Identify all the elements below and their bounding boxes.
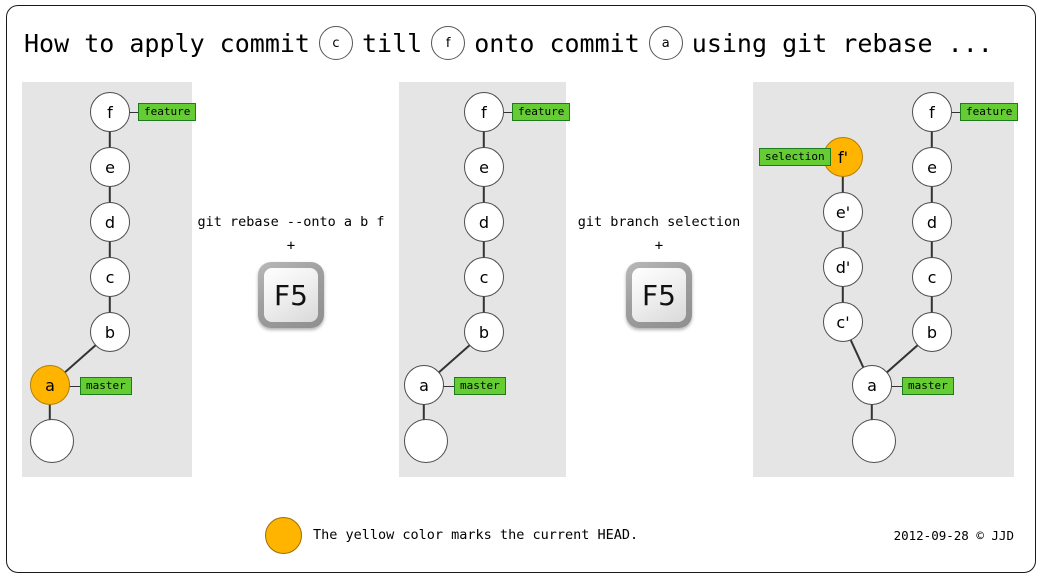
- title-part-2: till: [361, 28, 423, 58]
- commit-node-c[interactable]: c: [912, 257, 952, 297]
- legend-head-dot: [265, 517, 302, 554]
- commit-node-d[interactable]: d: [464, 202, 504, 242]
- commit-node-e[interactable]: e: [912, 147, 952, 187]
- commit-node-root[interactable]: [404, 419, 448, 463]
- title-commit-node-a: a: [648, 26, 683, 60]
- keycap-label: F5: [264, 268, 318, 322]
- commit-node-c-prime[interactable]: c': [823, 302, 863, 342]
- command-text: git branch selection: [577, 214, 741, 230]
- branch-label-feature[interactable]: feature: [512, 103, 571, 121]
- branch-label-master[interactable]: master: [80, 377, 132, 395]
- branch-label-master[interactable]: master: [454, 377, 506, 395]
- command-text: git rebase --onto a b f: [197, 214, 385, 230]
- commit-node-d-prime[interactable]: d': [823, 247, 863, 287]
- title-commit-node-f: f: [431, 26, 466, 60]
- commit-node-f[interactable]: f: [464, 92, 504, 132]
- commit-node-e[interactable]: e: [90, 147, 130, 187]
- commit-node-e-prime[interactable]: e': [823, 192, 863, 232]
- commit-node-a[interactable]: a: [852, 365, 892, 405]
- commit-node-root[interactable]: [30, 419, 74, 463]
- commit-node-d[interactable]: d: [90, 202, 130, 242]
- commit-node-f[interactable]: f: [90, 92, 130, 132]
- commit-node-d[interactable]: d: [912, 202, 952, 242]
- commit-node-b[interactable]: b: [912, 312, 952, 352]
- plus-sign: +: [286, 238, 296, 254]
- commit-node-b[interactable]: b: [464, 312, 504, 352]
- commit-node-c[interactable]: c: [90, 257, 130, 297]
- title-part-3: onto commit: [474, 28, 640, 58]
- branch-label-master[interactable]: master: [902, 377, 954, 395]
- title-commit-node-c: c: [318, 26, 353, 60]
- commit-node-f[interactable]: f: [912, 92, 952, 132]
- commit-node-a[interactable]: a: [30, 365, 70, 405]
- copyright-notice: 2012-09-28 © JJD: [893, 528, 1014, 543]
- page-title: How to apply commit c till f onto commit…: [24, 22, 993, 64]
- panel-after-branch-selection: [753, 82, 1014, 477]
- title-part-1: How to apply commit: [24, 28, 310, 58]
- title-part-4: using git rebase ...: [691, 28, 993, 58]
- plus-sign: +: [654, 238, 664, 254]
- command-block-cmd1: git rebase --onto a b f + F5: [196, 214, 386, 328]
- branch-label-feature[interactable]: feature: [138, 103, 197, 121]
- branch-label-selection[interactable]: selection: [759, 148, 831, 166]
- command-block-cmd2: git branch selection + F5: [574, 214, 744, 328]
- commit-node-c[interactable]: c: [464, 257, 504, 297]
- diagram-root: How to apply commit c till f onto commit…: [0, 0, 1044, 581]
- legend-text: The yellow color marks the current HEAD.: [313, 527, 639, 543]
- commit-node-root[interactable]: [852, 419, 896, 463]
- commit-node-e[interactable]: e: [464, 147, 504, 187]
- keycap-f5[interactable]: F5: [258, 262, 324, 328]
- commit-node-b[interactable]: b: [90, 312, 130, 352]
- keycap-label: F5: [632, 268, 686, 322]
- keycap-f5[interactable]: F5: [626, 262, 692, 328]
- branch-label-feature[interactable]: feature: [960, 103, 1019, 121]
- commit-node-a[interactable]: a: [404, 365, 444, 405]
